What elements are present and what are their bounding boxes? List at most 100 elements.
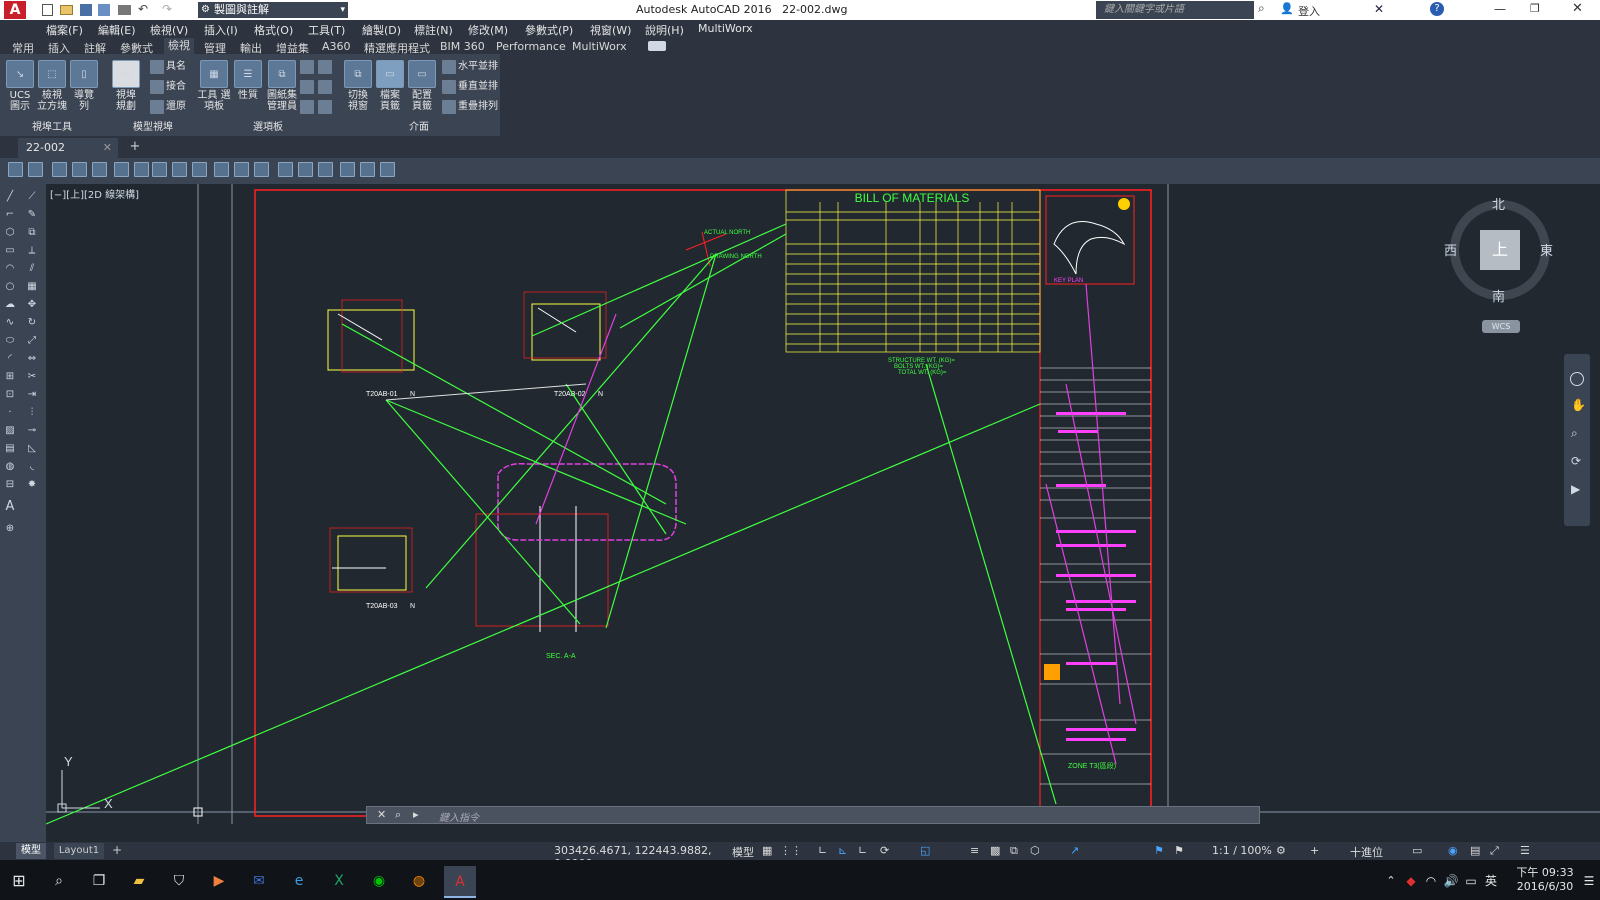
mtext-icon[interactable]: A — [2, 500, 18, 514]
tray-chevron-icon[interactable]: ⌃ — [1380, 870, 1402, 892]
palette-small-icon-2[interactable] — [318, 60, 332, 74]
palette-small-icon-4[interactable] — [318, 80, 332, 94]
toolbar-icon-8[interactable] — [152, 162, 167, 177]
ribbon-toggle-icon[interactable] — [648, 41, 666, 51]
break-icon[interactable]: ⫶ — [24, 406, 40, 420]
toolbar-icon-7[interactable] — [134, 162, 149, 177]
named-viewports-icon[interactable] — [150, 60, 164, 74]
workspace-dropdown[interactable]: ⚙ 製圖與註解 ▾ — [198, 2, 348, 18]
store-icon[interactable]: ⛉ — [168, 870, 190, 892]
toolbar-icon-5[interactable] — [92, 162, 107, 177]
arc-icon[interactable]: ◠ — [2, 262, 18, 276]
toolbar-icon-2[interactable] — [28, 162, 43, 177]
fillet-icon[interactable]: ◟ — [24, 460, 40, 474]
viewcube-west[interactable]: 西 — [1444, 240, 1457, 259]
media-player-icon[interactable]: ▶ — [208, 870, 230, 892]
panel-title-viewport-tools[interactable]: 視埠工具 — [4, 122, 100, 133]
exchange-icon[interactable]: ✕ — [1374, 2, 1384, 16]
toolbar-icon-4[interactable] — [72, 162, 87, 177]
snap-icon[interactable]: ⋮⋮ — [780, 844, 802, 857]
minimize-button[interactable]: — — [1494, 2, 1506, 16]
menu-help[interactable]: 說明(H) — [645, 22, 684, 38]
grid-icon[interactable]: ▦ — [762, 844, 772, 857]
command-search-icon[interactable]: ⌕ — [395, 808, 401, 822]
insert-block-icon[interactable]: ⊞ — [2, 370, 18, 384]
properties-button[interactable]: ☰ — [234, 60, 262, 88]
tray-app-icon[interactable]: ◆ — [1400, 870, 1422, 892]
command-line[interactable]: ✕ ⌕ ▸ 鍵入指令 — [366, 806, 1260, 824]
cascade-label[interactable]: 重疊排列 — [458, 101, 498, 112]
restore-viewports-icon[interactable] — [150, 100, 164, 114]
menu-view[interactable]: 檢視(V) — [150, 22, 188, 38]
tab-performance[interactable]: Performance — [496, 40, 566, 53]
polygon-icon[interactable]: ⬡ — [2, 226, 18, 240]
toolbar-icon-3[interactable] — [52, 162, 67, 177]
search-icon[interactable]: ⌕ — [1258, 1, 1274, 19]
stretch-icon[interactable]: ⇔ — [24, 352, 40, 366]
tool-palettes-button[interactable]: ▦ — [200, 60, 228, 88]
viewcube-north[interactable]: 北 — [1492, 194, 1505, 213]
drawing-canvas[interactable]: [−][上][2D 線架構] BILL OF MATERIALS STRUCTU… — [46, 184, 1600, 842]
menu-draw[interactable]: 繪製(D) — [362, 22, 401, 38]
user-icon[interactable]: 👤 — [1280, 2, 1294, 15]
tile-vertical-label[interactable]: 垂直並排 — [458, 81, 498, 92]
windows-start-icon[interactable]: ⊞ — [8, 870, 30, 892]
menu-window[interactable]: 視窗(W) — [590, 22, 631, 38]
rotate-icon[interactable]: ↻ — [24, 316, 40, 330]
region-icon[interactable]: ◍ — [2, 460, 18, 474]
plot-icon[interactable] — [118, 5, 131, 15]
customize-icon[interactable]: ☰ — [1520, 844, 1530, 857]
spline-icon[interactable]: ∿ — [2, 316, 18, 330]
internet-explorer-icon[interactable]: e — [288, 870, 310, 892]
tile-vertical-icon[interactable] — [442, 80, 456, 94]
zoom-icon[interactable]: ⌕ — [1571, 426, 1578, 441]
table-icon[interactable]: ⊟ — [2, 478, 18, 492]
doc-tab-22-002[interactable]: 22-002 ✕ — [18, 138, 118, 158]
toolbar-icon-10[interactable] — [192, 162, 207, 177]
3d-osnap-icon[interactable]: ⬡ — [1030, 844, 1040, 857]
annotation-scale[interactable]: 1:1 / 100% — [1212, 844, 1272, 857]
tab-bim360[interactable]: BIM 360 — [440, 40, 485, 53]
trim-icon[interactable]: ✂ — [24, 370, 40, 384]
cascade-icon[interactable] — [442, 100, 456, 114]
annotation-visibility-icon[interactable]: ⚑ — [1154, 844, 1164, 857]
tab-view[interactable]: 檢視 — [164, 38, 194, 54]
taskbar-search-icon[interactable]: ⌕ — [48, 870, 70, 892]
gradient-icon[interactable]: ▤ — [2, 442, 18, 456]
file-tabs-button[interactable]: ▭ — [376, 60, 404, 88]
close-tab-icon[interactable]: ✕ — [103, 138, 112, 158]
move-icon[interactable]: ✥ — [24, 298, 40, 312]
construction-line-icon[interactable]: ⟋ — [24, 190, 40, 204]
command-prompt-icon[interactable]: ▸ — [413, 808, 419, 821]
tab-layout1[interactable]: Layout1 — [54, 843, 104, 859]
excel-icon[interactable]: X — [328, 870, 350, 892]
command-input[interactable]: 鍵入指令 — [439, 809, 479, 824]
task-view-icon[interactable]: ❐ — [88, 870, 110, 892]
ortho-icon[interactable]: ∟ — [818, 844, 827, 857]
steering-wheel-icon[interactable] — [1570, 372, 1584, 386]
toolbar-icon-1[interactable] — [8, 162, 23, 177]
panel-title-interface[interactable]: 介面 — [344, 122, 494, 133]
action-center-icon[interactable]: ☰ — [1578, 870, 1600, 892]
toolbar-icon-6[interactable] — [114, 162, 129, 177]
switch-windows-button[interactable]: ⧉ — [344, 60, 372, 88]
selection-cycling-icon[interactable]: ⧉ — [1010, 844, 1018, 858]
orbit-icon[interactable]: ⟳ — [1571, 454, 1581, 468]
viewcube-top-face[interactable]: 上 — [1480, 230, 1520, 270]
ucs-icon-button[interactable]: ↘ — [6, 60, 34, 88]
circle-icon[interactable]: ○ — [2, 280, 18, 294]
clock[interactable]: 下午 09:33 2016/6/30 — [1510, 866, 1580, 894]
command-close-icon[interactable]: ✕ — [377, 808, 386, 821]
ellipse-arc-icon[interactable]: ◜ — [2, 352, 18, 366]
toolbar-icon-11[interactable] — [214, 162, 229, 177]
line-app-icon[interactable]: ◉ — [368, 870, 390, 892]
add-selected-icon[interactable]: ⊕ — [2, 522, 18, 536]
revcloud-icon[interactable]: ☁ — [2, 298, 18, 312]
layout-tabs-button[interactable]: ▭ — [408, 60, 436, 88]
hatch-icon[interactable]: ▨ — [2, 424, 18, 438]
make-block-icon[interactable]: ⊡ — [2, 388, 18, 402]
panel-title-palettes[interactable]: 選項板 — [200, 122, 336, 133]
network-icon[interactable]: ◠ — [1420, 870, 1442, 892]
isodraft-icon[interactable]: ∟ — [858, 844, 867, 857]
viewport-config-button[interactable]: ▭ — [112, 60, 140, 88]
